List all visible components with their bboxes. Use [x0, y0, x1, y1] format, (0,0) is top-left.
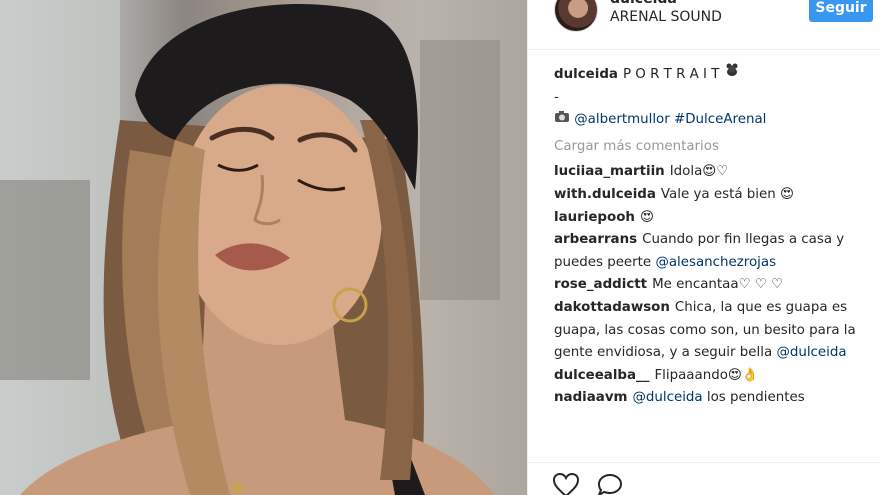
comment-text: Idola😍♡ [669, 164, 729, 180]
camera-icon [554, 109, 570, 132]
comment-username[interactable]: luciiaa_martiin [554, 164, 665, 179]
comments-list: dulceida P O R T R A I T - @albertmullor … [554, 62, 874, 410]
post-sidebar: dulceida ARENAL SOUND Seguir dulceida P O… [527, 0, 880, 495]
caption-credit: @albertmullor #DulceArenal [554, 109, 874, 132]
comment-username[interactable]: with.dulceida [554, 187, 656, 202]
comment-username[interactable]: nadiaavm [554, 390, 628, 405]
comment-text: Me encantaa♡ ♡ ♡ [652, 277, 784, 293]
comment-item: arbearrans Cuando por fin llegas a casa y… [554, 229, 874, 274]
comment-username[interactable]: lauriepooh [554, 210, 635, 225]
load-more-comments[interactable]: Cargar más comentarios [554, 136, 874, 159]
comment-mention[interactable]: @alesanchezrojas [655, 255, 776, 270]
comment-username[interactable]: dakottadawson [554, 300, 670, 315]
comment-item: lauriepooh 😍 [554, 207, 874, 230]
caption-text: P O R T R A I T [622, 67, 720, 82]
post-location[interactable]: ARENAL SOUND [610, 9, 722, 25]
comment-text: los pendientes [706, 390, 805, 406]
caption: dulceida P O R T R A I T - @albertmullor … [554, 62, 874, 132]
avatar[interactable] [554, 0, 598, 32]
comment-mention[interactable]: @dulceida [633, 390, 703, 405]
comment-item: with.dulceida Vale ya está bien 😍 [554, 184, 874, 207]
post-actions [528, 462, 880, 495]
post-photo[interactable] [0, 0, 527, 495]
caption-dash: - [554, 89, 559, 105]
comment-item: dakottadawson Chica, la que es guapa es g… [554, 297, 874, 365]
heart-icon[interactable] [552, 472, 582, 495]
comment-item: nadiaavm @dulceida los pendientes [554, 387, 874, 410]
portrait-illustration [0, 0, 527, 495]
comment-icon[interactable] [596, 472, 626, 495]
caption-username[interactable]: dulceida [554, 67, 618, 82]
comment-mention[interactable]: @dulceida [776, 345, 846, 360]
comment-text: 😍 [639, 209, 654, 225]
comment-item: luciiaa_martiin Idola😍♡ [554, 161, 874, 184]
dog-icon [724, 62, 740, 87]
author-username[interactable]: dulceida [610, 0, 677, 7]
hashtag-link[interactable]: #DulceArenal [674, 112, 766, 127]
comment-item: dulceealba__ Flipaaando😍👌 [554, 365, 874, 388]
credit-mention[interactable]: @albertmullor [574, 112, 669, 127]
comment-item: rose_addictt Me encantaa♡ ♡ ♡ [554, 274, 874, 297]
post-header: dulceida ARENAL SOUND Seguir [528, 0, 880, 50]
comment-text: Flipaaando😍👌 [654, 367, 759, 383]
comment-username[interactable]: arbearrans [554, 232, 637, 247]
comment-username[interactable]: rose_addictt [554, 277, 647, 292]
comment-text: Vale ya está bien 😍 [660, 186, 794, 202]
follow-button[interactable]: Seguir [809, 0, 873, 22]
comment-username[interactable]: dulceealba__ [554, 368, 649, 383]
